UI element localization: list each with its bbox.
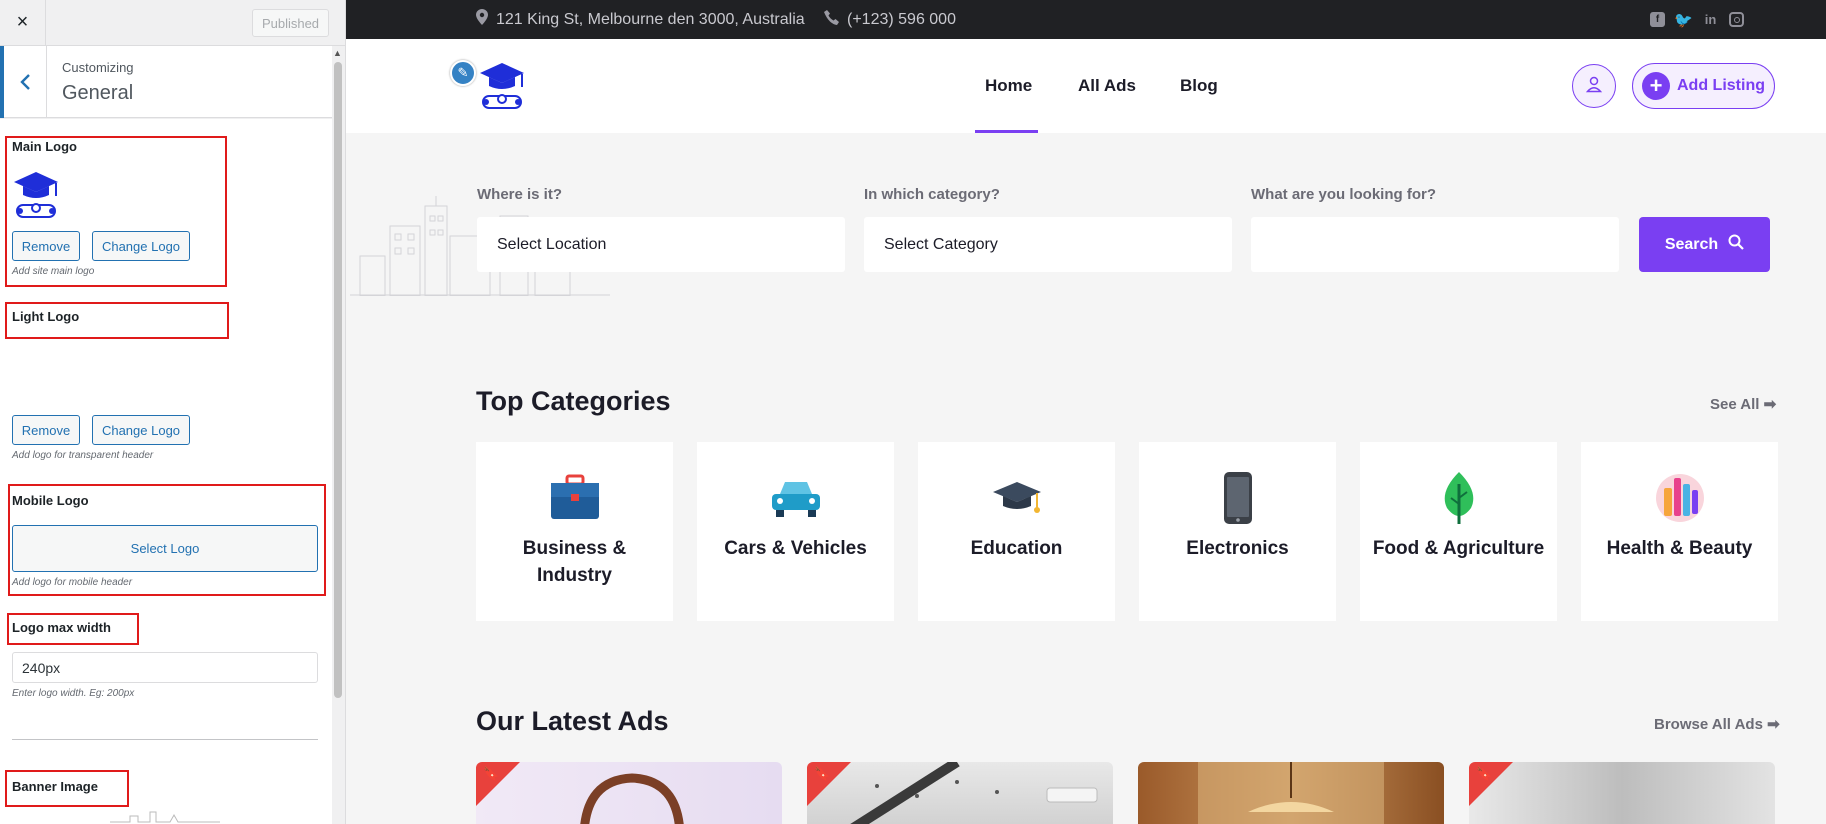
bookmark-icon[interactable]: 🔖 (814, 766, 830, 782)
nav-home[interactable]: Home (985, 39, 1032, 133)
see-all-link[interactable]: See All ➡ (1710, 395, 1776, 413)
bookmark-icon[interactable]: 🔖 (483, 766, 499, 782)
search-button-label: Search (1664, 235, 1719, 253)
light-logo-change-button[interactable]: Change Logo (92, 415, 190, 445)
twitter-icon[interactable]: 🐦 (1674, 12, 1693, 29)
location-select[interactable]: Select Location (477, 217, 845, 272)
instagram-icon[interactable] (1729, 12, 1744, 27)
category-name: Food & Agriculture (1372, 538, 1545, 559)
cosmetics-icon (1654, 472, 1706, 524)
smartphone-icon (1212, 472, 1264, 524)
add-listing-label: Add Listing (1677, 77, 1765, 94)
main-logo-preview (12, 168, 60, 225)
phone-icon (824, 9, 839, 30)
nav-all-ads[interactable]: All Ads (1078, 39, 1136, 133)
bookmark-icon[interactable]: 🔖 (1476, 766, 1492, 782)
breadcrumb: Customizing (62, 60, 134, 75)
ad-card[interactable]: 🔖 (1469, 762, 1775, 824)
keyword-input[interactable] (1251, 217, 1619, 272)
category-name: Health & Beauty (1606, 538, 1753, 559)
ad-card[interactable]: 🔖 (476, 762, 782, 824)
category-name: Electronics (1186, 538, 1289, 559)
close-icon[interactable]: × (0, 0, 46, 45)
customizer-header: × Published (0, 0, 345, 46)
main-logo-remove-button[interactable]: Remove (12, 231, 80, 261)
ad-card[interactable] (1138, 762, 1444, 824)
keyword-label: What are you looking for? (1251, 186, 1437, 203)
banner-image-preview (110, 810, 220, 824)
site-preview: 121 King St, Melbourne den 3000, Austral… (346, 0, 1826, 824)
mobile-logo-label: Mobile Logo (12, 493, 89, 508)
mobile-logo-description: Add logo for mobile header (12, 577, 133, 588)
graduation-cap-icon (991, 472, 1043, 524)
category-card-health[interactable]: Health & Beauty (1581, 442, 1778, 621)
customizer-sidebar: × Published Customizing General Main Log… (0, 0, 346, 824)
topbar: 121 King St, Melbourne den 3000, Austral… (346, 0, 1826, 39)
leaf-icon (1433, 472, 1485, 524)
briefcase-icon (549, 472, 601, 524)
user-account-button[interactable] (1572, 64, 1616, 108)
latest-ads-title: Our Latest Ads (476, 706, 669, 736)
scroll-up-arrow-icon[interactable]: ▲ (333, 48, 342, 58)
category-card-electronics[interactable]: Electronics (1139, 442, 1336, 621)
light-logo-description: Add logo for transparent header (12, 450, 154, 461)
category-name: Education (970, 538, 1063, 559)
phone-item: (+123) 596 000 (824, 0, 956, 39)
map-pin-icon (476, 9, 488, 30)
edit-pencil-icon[interactable]: ✎ (450, 60, 476, 86)
main-logo-change-button[interactable]: Change Logo (92, 231, 190, 261)
site-header: ✎ Home All Ads Blog + Add Listing (346, 39, 1826, 133)
divider (12, 739, 318, 740)
sidebar-scrollbar-thumb[interactable] (334, 62, 342, 698)
nav-active-indicator (975, 130, 1038, 133)
phone-text: (+123) 596 000 (847, 10, 956, 28)
category-name: Business & Industry (522, 538, 627, 586)
plus-icon: + (1642, 72, 1670, 100)
facebook-icon[interactable]: f (1650, 12, 1665, 27)
car-icon (770, 472, 822, 524)
category-card-education[interactable]: Education (918, 442, 1115, 621)
section-title: General (62, 82, 134, 104)
published-button[interactable]: Published (252, 9, 329, 37)
main-logo-description: Add site main logo (12, 266, 95, 277)
search-button[interactable]: Search (1639, 217, 1770, 272)
ad-card[interactable]: 🔖 (807, 762, 1113, 824)
mobile-logo-select-button[interactable]: Select Logo (12, 525, 318, 572)
site-logo[interactable] (478, 59, 526, 116)
category-select[interactable]: Select Category (864, 217, 1232, 272)
logo-max-width-input[interactable]: 240px (12, 652, 318, 683)
browse-all-ads-link[interactable]: Browse All Ads ➡ (1654, 715, 1780, 733)
light-logo-remove-button[interactable]: Remove (12, 415, 80, 445)
user-icon (1585, 75, 1603, 98)
add-listing-button[interactable]: + Add Listing (1632, 63, 1775, 109)
section-header: Customizing General (0, 46, 334, 118)
category-name: Cars & Vehicles (724, 538, 867, 559)
linkedin-icon[interactable]: in (1703, 12, 1718, 27)
logo-max-width-label: Logo max width (12, 620, 111, 635)
address-text: 121 King St, Melbourne den 3000, Austral… (496, 10, 805, 28)
back-chevron-icon[interactable] (0, 46, 47, 118)
category-card-cars[interactable]: Cars & Vehicles (697, 442, 894, 621)
logo-max-width-description: Enter logo width. Eg: 200px (12, 688, 135, 699)
light-logo-label: Light Logo (12, 309, 80, 324)
address-item: 121 King St, Melbourne den 3000, Austral… (476, 0, 805, 39)
location-label: Where is it? (477, 186, 563, 203)
banner-image-label: Banner Image (12, 779, 98, 794)
category-card-food[interactable]: Food & Agriculture (1360, 442, 1557, 621)
nav-blog[interactable]: Blog (1180, 39, 1218, 133)
category-label: In which category? (864, 186, 1000, 203)
category-card-business[interactable]: Business & Industry (476, 442, 673, 621)
main-logo-label: Main Logo (12, 139, 77, 154)
top-categories-title: Top Categories (476, 386, 671, 416)
search-icon (1728, 234, 1744, 255)
